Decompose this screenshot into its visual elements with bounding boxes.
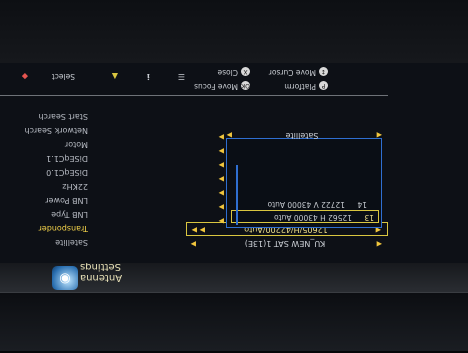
arrow-right-icon[interactable]: ▶ — [219, 203, 224, 211]
arrow-right-icon[interactable]: ▶ — [219, 217, 224, 225]
arrow-right-icon[interactable]: ▶ — [219, 189, 224, 197]
top-bar — [0, 293, 468, 351]
list-item[interactable]: 14 12722 V 43000 Auto — [235, 198, 375, 209]
legend-move-cursor: ↕Move Cursor — [268, 67, 328, 77]
list-scrollbar[interactable] — [236, 165, 238, 225]
page-title: Antenna Settings — [80, 261, 123, 283]
menu-icon: ☰ — [177, 72, 185, 81]
platform-icon: ▲ — [111, 72, 118, 81]
color-key-icon: ◆ — [21, 72, 28, 81]
transponder-list[interactable]: 13 12562 H 43000 Auto 14 12722 V 43000 A… — [226, 138, 382, 228]
legend-close: XClose — [218, 67, 250, 77]
menu-item-start-search[interactable]: Start Search — [0, 107, 88, 121]
footer-bar — [0, 0, 468, 63]
info-icon: ℹ — [146, 72, 150, 81]
list-item[interactable]: 13 12562 H 43000 Auto — [231, 210, 379, 223]
platform-key-icon: P — [319, 81, 328, 90]
satellite-field[interactable]: ◀ KU_NEW SAT 1(13E) ▶ — [186, 236, 382, 249]
exit-icon: X — [241, 67, 250, 76]
arrow-left-icon[interactable]: ◀ — [377, 240, 382, 248]
menu-item-satellite[interactable]: Satellite — [0, 233, 88, 247]
arrow-right-icon[interactable]: ▶ — [200, 226, 205, 234]
menu-item-diseqc10[interactable]: DiSEqC1.0 — [0, 163, 88, 177]
screen: ◉ Antenna Settings Satellite Transponder… — [0, 0, 468, 353]
menu-item-22khz[interactable]: 22KHz — [0, 177, 88, 191]
search-mode-field[interactable]: ◀ Satellite ▶ — [222, 128, 382, 140]
arrow-right-icon[interactable]: ▶ — [219, 175, 224, 183]
arrow-right-icon[interactable]: ▶ — [219, 147, 224, 155]
satellite-value: KU_NEW SAT 1(13E) — [244, 239, 326, 248]
legend-select: Select — [51, 72, 75, 81]
legend-move-focus: OKMove Focus — [194, 81, 250, 91]
menu-item-lnb-type[interactable]: LNB Type — [0, 205, 88, 219]
key-legend: ◆ Select ▲ ℹ ☰ OKMove Focus PPlatform XC… — [0, 63, 468, 91]
search-mode-value: Satellite — [285, 131, 319, 140]
menu-item-lnb-power[interactable]: LNB Power — [0, 191, 88, 205]
divider — [0, 95, 388, 96]
legend-platform: PPlatform — [284, 81, 328, 91]
arrow-key-icon: ↕ — [319, 67, 328, 76]
antenna-settings-icon: ◉ — [52, 266, 78, 290]
ok-icon: OK — [241, 81, 250, 90]
arrow-right-icon[interactable]: ▶ — [227, 131, 232, 139]
arrow-right-icon[interactable]: ▶ — [219, 161, 224, 169]
menu-item-network-search[interactable]: Network Search — [0, 121, 88, 135]
menu-item-transponder[interactable]: Transponder — [0, 219, 88, 233]
menu-item-motor[interactable]: Motor — [0, 135, 88, 149]
arrow-right-icon[interactable]: ▶ — [192, 226, 197, 234]
arrow-left-icon[interactable]: ◀ — [377, 131, 382, 139]
menu-item-diseqc11[interactable]: DiSEqC1.1 — [0, 149, 88, 163]
arrow-right-icon[interactable]: ▶ — [191, 240, 196, 248]
